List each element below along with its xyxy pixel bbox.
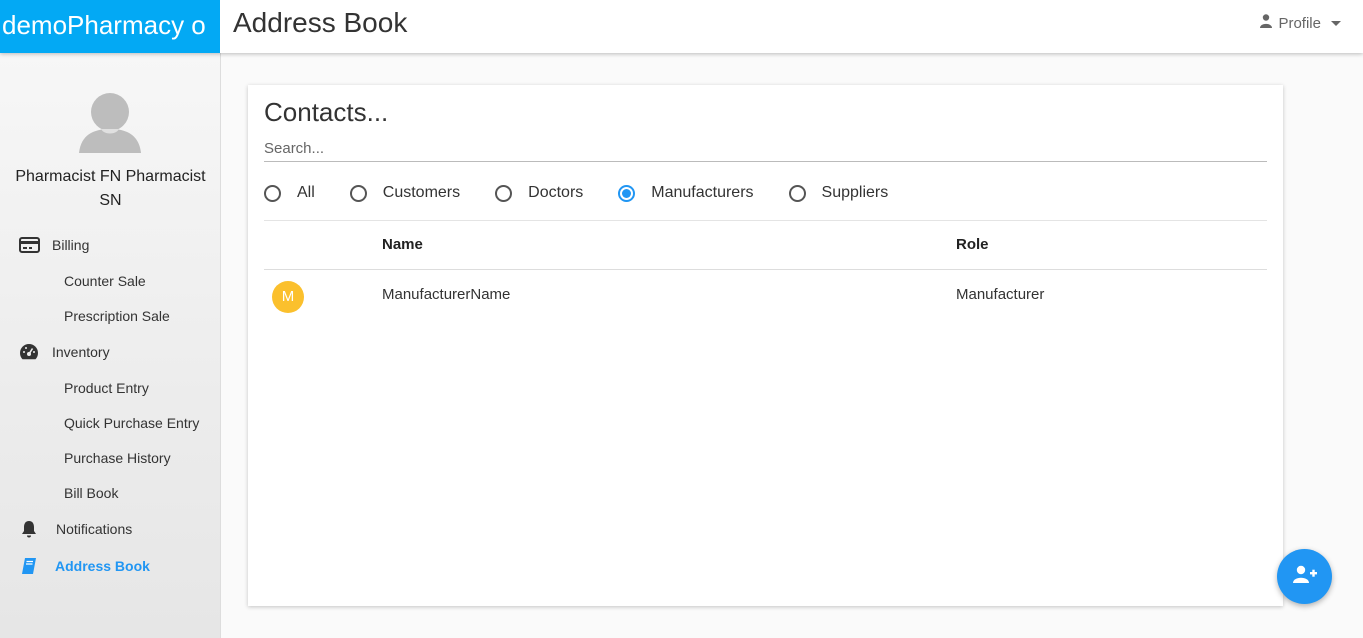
- sidebar-item-label: Notifications: [56, 521, 133, 537]
- radio-circle[interactable]: [788, 184, 806, 202]
- filter-radio-suppliers[interactable]: Suppliers: [788, 184, 889, 202]
- sidebar-item-notifications[interactable]: Notifications: [0, 514, 221, 544]
- user-avatar: [79, 91, 141, 153]
- filter-label: All: [297, 184, 315, 201]
- address-book-icon: [17, 556, 41, 576]
- sidebar-item-label: Inventory: [52, 344, 110, 360]
- contact-filter-group: All Customers Doctors Manufacturers Supp…: [264, 184, 923, 202]
- user-name: Pharmacist FN Pharmacist SN: [15, 168, 206, 209]
- filter-radio-all[interactable]: All: [264, 184, 315, 202]
- sidebar-item-prescription-sale[interactable]: Prescription Sale: [64, 305, 170, 327]
- sidebar-item-bill-book[interactable]: Bill Book: [64, 482, 118, 504]
- contact-avatar: M: [272, 281, 304, 313]
- user-plus-icon: [1292, 565, 1317, 588]
- app-brand[interactable]: demoPharmacy o: [0, 0, 220, 53]
- user-icon: [1260, 14, 1273, 32]
- filter-label: Doctors: [528, 184, 584, 201]
- contacts-table: Name Role M ManufacturerName Manufacture…: [264, 220, 1267, 320]
- bell-icon: [17, 519, 41, 539]
- add-contact-button[interactable]: [1277, 549, 1332, 604]
- table-header: Name Role: [264, 220, 1267, 270]
- radio-circle[interactable]: [618, 184, 636, 202]
- profile-label: Profile: [1278, 14, 1321, 32]
- contact-name: ManufacturerName: [382, 286, 511, 303]
- sidebar-item-purchase-history[interactable]: Purchase History: [64, 447, 171, 469]
- contacts-card: Contacts... All Customers Doctors Manufa…: [248, 85, 1283, 606]
- column-header-name[interactable]: Name: [382, 236, 423, 253]
- contact-role: Manufacturer: [956, 286, 1045, 303]
- filter-radio-customers[interactable]: Customers: [349, 184, 461, 202]
- chevron-down-icon: [1331, 20, 1341, 26]
- top-bar: demoPharmacy o Address Book Profile: [0, 0, 1363, 53]
- column-header-role[interactable]: Role: [956, 236, 989, 253]
- sidebar-item-label: Billing: [52, 237, 90, 253]
- sidebar-item-billing[interactable]: Billing: [0, 230, 221, 260]
- filter-radio-doctors[interactable]: Doctors: [495, 184, 583, 202]
- contacts-title: Contacts...: [264, 97, 389, 127]
- filter-label: Manufacturers: [651, 184, 754, 201]
- credit-card-icon: [17, 235, 41, 255]
- sidebar: Pharmacist FN Pharmacist SN Billing Coun…: [0, 53, 221, 638]
- filter-radio-manufacturers[interactable]: Manufacturers: [618, 184, 754, 202]
- radio-circle[interactable]: [349, 184, 367, 202]
- sidebar-item-quick-purchase-entry[interactable]: Quick Purchase Entry: [64, 412, 199, 434]
- sidebar-item-counter-sale[interactable]: Counter Sale: [64, 270, 146, 292]
- table-row[interactable]: M ManufacturerName Manufacturer: [264, 270, 1267, 320]
- radio-circle[interactable]: [495, 184, 513, 202]
- radio-circle[interactable]: [264, 184, 281, 202]
- filter-label: Customers: [382, 184, 461, 201]
- profile-menu[interactable]: Profile: [1260, 14, 1341, 32]
- dashboard-gauge-icon: [17, 342, 41, 362]
- sidebar-item-address-book[interactable]: Address Book: [0, 551, 221, 581]
- sidebar-item-product-entry[interactable]: Product Entry: [64, 377, 149, 399]
- search-input[interactable]: [264, 135, 1267, 162]
- sidebar-item-inventory[interactable]: Inventory: [0, 337, 221, 367]
- page-title: Address Book: [233, 7, 408, 38]
- sidebar-item-label: Address Book: [55, 558, 150, 574]
- filter-label: Suppliers: [821, 184, 889, 201]
